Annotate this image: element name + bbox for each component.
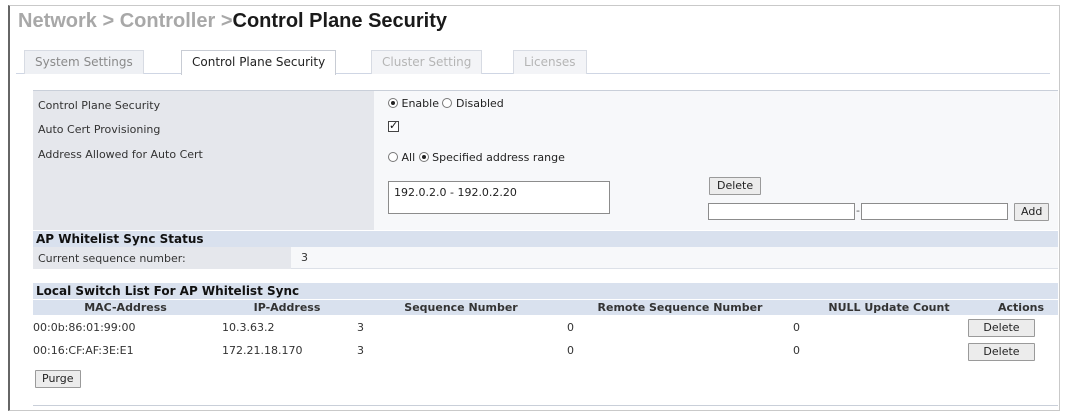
breadcrumb-network[interactable]: Network [18,10,97,32]
sequence-number-label: Current sequence number: [38,252,186,265]
col-null-update-count: NULL Update Count [828,301,950,314]
addr-all-label: All [401,151,416,164]
switch-list-header: Local Switch List For AP Whitelist Sync [33,283,1058,299]
col-ip-address: IP-Address [253,301,321,314]
addr-range-label: Specified address range [432,151,565,164]
address-range-list[interactable]: 192.0.2.0 - 192.0.2.20 [388,181,610,214]
auto-cert-checkbox[interactable] [388,119,399,132]
tab-cluster-setting[interactable]: Cluster Setting [371,50,483,74]
cps-enable-label: Enable [401,97,439,110]
table-row: 00:0b:86:01:99:00 10.3.63.2 3 0 0 Delete [33,317,1058,337]
addr-range-radio[interactable] [418,152,429,162]
bottom-divider [33,405,1058,406]
row-mac: 00:16:CF:AF:3E:E1 [33,344,134,357]
whitelist-status-row: Current sequence number: 3 [33,247,1058,269]
delete-range-button[interactable]: Delete [709,177,762,195]
row-ip: 10.3.63.2 [222,321,275,334]
auto-cert-checkbox-wrap [388,119,399,135]
switch-list-columns: MAC-Address IP-Address Sequence Number R… [33,300,1058,315]
address-allowed-label: Address Allowed for Auto Cert [38,148,203,161]
row-remote-seq: 0 [567,321,574,334]
range-separator: - [856,204,860,217]
cps-enable-radio[interactable] [388,98,398,108]
page-title: Network > Controller >Control Plane Secu… [18,10,447,33]
table-row: 00:16:CF:AF:3E:E1 172.21.18.170 3 0 0 De… [33,340,1058,361]
cps-disabled-radio[interactable] [442,98,453,108]
purge-button[interactable]: Purge [35,370,81,388]
sequence-number-value: 3 [301,251,308,264]
row-seq: 3 [357,321,364,334]
address-radio-group: All Specified address range [388,151,565,164]
addr-all-radio[interactable] [388,152,398,162]
row-delete-button[interactable]: Delete [968,343,1035,361]
row-ip: 172.21.18.170 [222,344,303,357]
range-start-input[interactable] [708,203,855,220]
auto-cert-label: Auto Cert Provisioning [38,123,161,136]
settings-panel: Control Plane Security Enable Disabled A… [33,90,1058,230]
breadcrumb-controller[interactable]: Controller [120,10,216,32]
breadcrumb-current: Control Plane Security [232,10,448,32]
cps-label: Control Plane Security [38,99,161,112]
cps-radio-group: Enable Disabled [388,97,504,110]
col-mac-address: MAC-Address [84,301,167,314]
breadcrumb-separator: > [96,10,120,32]
row-remote-seq: 0 [567,344,574,357]
breadcrumb-separator: > [215,10,233,32]
range-end-input[interactable] [861,203,1008,220]
col-actions: Actions [998,301,1044,314]
whitelist-status-header: AP Whitelist Sync Status [33,231,1058,247]
row-null-count: 0 [793,321,800,334]
col-remote-sequence-number: Remote Sequence Number [597,301,763,314]
row-mac: 00:0b:86:01:99:00 [33,321,136,334]
tab-licenses[interactable]: Licenses [513,50,587,74]
row-null-count: 0 [793,344,800,357]
address-range-item[interactable]: 192.0.2.0 - 192.0.2.20 [394,186,517,199]
col-sequence-number: Sequence Number [404,301,518,314]
cps-disabled-label: Disabled [455,97,504,110]
tab-control-plane-security[interactable]: Control Plane Security [181,50,337,75]
row-delete-button[interactable]: Delete [968,319,1035,337]
tab-bar: System Settings Control Plane Security C… [16,50,1050,75]
add-range-button[interactable]: Add [1014,203,1050,221]
row-seq: 3 [357,344,364,357]
tab-system-settings[interactable]: System Settings [24,50,144,74]
